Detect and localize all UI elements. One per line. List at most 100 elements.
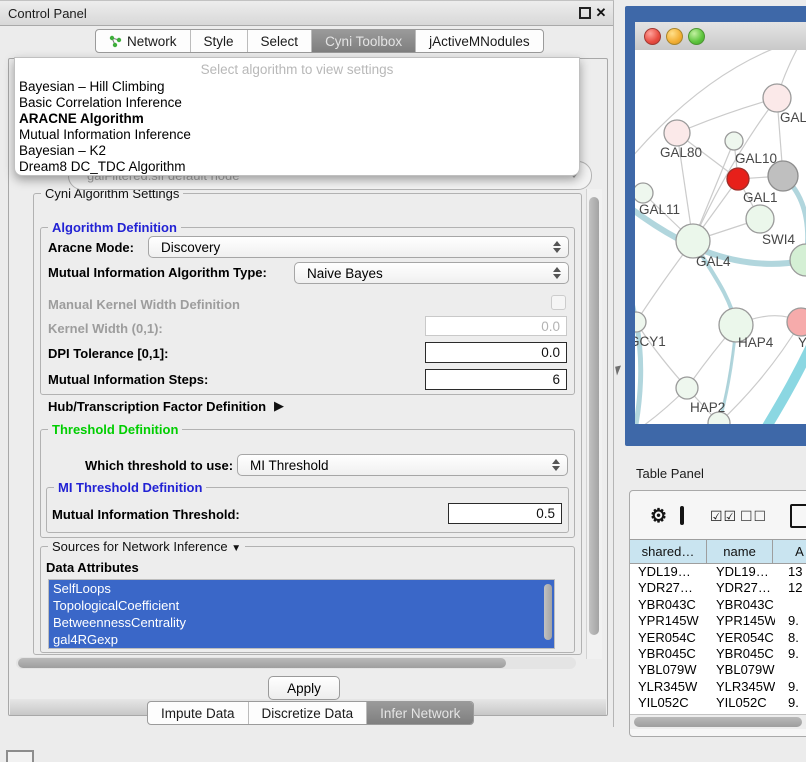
tab-cyni-toolbox[interactable]: Cyni Toolbox [312, 30, 416, 52]
dpi-tolerance-field[interactable]: 0.0 [425, 342, 567, 363]
minimize-traffic-icon[interactable] [666, 28, 683, 45]
list-item[interactable]: BetweennessCentrality [49, 614, 554, 631]
list-item[interactable]: TopologicalCoefficient [49, 597, 554, 614]
list-vertical-scrollbar[interactable] [544, 584, 552, 640]
column-header-shared-name[interactable]: shared… [630, 540, 707, 563]
dropdown-item[interactable]: Basic Correlation Inference [15, 95, 579, 111]
table-row[interactable]: YBR043CYBR043C [630, 597, 806, 613]
table-horizontal-scrollbar[interactable] [630, 715, 806, 729]
node-y[interactable] [787, 308, 806, 336]
network-icon [109, 35, 122, 48]
table-toolbar: ⚙ ☑☑ ☐☐ [630, 491, 806, 539]
settings-horizontal-scrollbar[interactable] [16, 657, 576, 669]
node-label: SWI4 [762, 232, 795, 247]
network-view-titlebar[interactable] [635, 22, 806, 51]
tab-discretize-data[interactable]: Discretize Data [249, 702, 368, 724]
bottom-tabbar: Impute Data Discretize Data Infer Networ… [147, 701, 474, 725]
dpi-tolerance-label: DPI Tolerance [0,1]: [48, 346, 168, 361]
combo-stepper-icon [547, 459, 565, 471]
mi-steps-label: Mutual Information Steps: [48, 372, 208, 387]
close-icon[interactable]: ✕ [595, 7, 607, 19]
dropdown-item[interactable]: Bayesian – K2 [15, 143, 579, 159]
data-attributes-label: Data Attributes [46, 560, 139, 575]
dropdown-item[interactable]: Bayesian – Hill Climbing [15, 79, 579, 95]
apply-button[interactable]: Apply [268, 676, 340, 700]
node-label: HAP4 [738, 335, 774, 350]
kernel-width-field[interactable]: 0.0 [425, 316, 567, 336]
tab-select[interactable]: Select [248, 30, 313, 52]
table-row[interactable]: YPR145WYPR145W9. [630, 613, 806, 629]
table-row[interactable]: YLR345WYLR345W9. [630, 679, 806, 695]
table-body[interactable]: YDL19…YDL19…13 YDR27…YDR27…12 YBR043CYBR… [630, 564, 806, 715]
control-panel-tabbar: Network Style Select Cyni Toolbox jActiv… [95, 29, 544, 53]
dropdown-item[interactable]: Dream8 DC_TDC Algorithm [15, 159, 579, 175]
which-threshold-combobox[interactable]: MI Threshold [237, 454, 568, 476]
control-panel-title: Control Panel [8, 6, 87, 21]
node-swi4[interactable] [790, 244, 806, 276]
control-panel-titlebar[interactable]: Control Panel ✕ [0, 1, 613, 26]
table-row[interactable]: YIL052CYIL052C9. [630, 695, 806, 711]
node-gal10[interactable] [725, 132, 743, 150]
tab-impute-data[interactable]: Impute Data [148, 702, 249, 724]
zoom-traffic-icon[interactable] [688, 28, 705, 45]
file-icon[interactable] [790, 504, 806, 528]
float-window-icon[interactable] [579, 7, 591, 19]
aracne-mode-combobox[interactable]: Discovery [148, 236, 569, 258]
gear-icon[interactable]: ⚙ [650, 505, 667, 528]
node-label: GCY1 [635, 334, 666, 349]
threshold-definition-title: Threshold Definition [48, 422, 182, 437]
hub-definition-label[interactable]: Hub/Transcription Factor Definition [48, 399, 266, 414]
dropdown-item-selected[interactable]: ARACNE Algorithm [15, 111, 579, 127]
columns-icon[interactable] [680, 506, 684, 525]
sources-group-title: Sources for Network Inference ▼ [48, 539, 245, 556]
data-attributes-list[interactable]: SelfLoops TopologicalCoefficient Between… [48, 579, 555, 649]
close-traffic-icon[interactable] [644, 28, 661, 45]
tab-jactivemnodules[interactable]: jActiveMNodules [416, 30, 543, 52]
node-hap2[interactable] [676, 377, 698, 399]
table-row[interactable]: YDL19…YDL19…13 [630, 564, 806, 580]
mi-threshold-field[interactable]: 0.5 [448, 503, 562, 524]
node-label: GAL11 [639, 202, 680, 217]
table-row[interactable]: YBL079WYBL079W [630, 662, 806, 678]
list-item[interactable]: SelfLoops [49, 580, 554, 597]
mi-steps-field[interactable]: 6 [425, 369, 567, 390]
mi-threshold-label: Mutual Information Threshold: [52, 507, 240, 522]
mi-threshold-group-title: MI Threshold Definition [54, 480, 206, 495]
node-gcy1[interactable] [635, 312, 646, 332]
column-header-name[interactable]: name [707, 540, 773, 563]
kernel-width-label: Kernel Width (0,1): [48, 321, 163, 336]
expand-right-icon[interactable]: ▶ [274, 398, 284, 414]
table-row[interactable]: YER054CYER054C8. [630, 630, 806, 646]
column-header-clipped[interactable]: A [773, 540, 806, 563]
collapse-down-icon[interactable]: ▼ [231, 543, 241, 554]
table-row[interactable]: YBR045CYBR045C9. [630, 646, 806, 662]
node-gal11[interactable] [635, 183, 653, 203]
manual-kernel-width-label: Manual Kernel Width Definition [48, 297, 240, 312]
node-label: Y [798, 335, 806, 350]
which-threshold-label: Which threshold to use: [85, 458, 233, 473]
node-gal80[interactable] [664, 120, 690, 146]
docked-component-icon[interactable] [6, 750, 34, 762]
node-label: GAL80 [660, 145, 702, 160]
tab-network[interactable]: Network [96, 30, 191, 52]
unchecked-pair-icon[interactable]: ☐☐ [740, 508, 767, 525]
node-gal[interactable] [763, 84, 791, 112]
checked-pair-icon[interactable]: ☑☑ [710, 508, 737, 525]
manual-kernel-width-checkbox[interactable] [551, 295, 566, 310]
table-panel: ⚙ ☑☑ ☐☐ shared… name A YDL19…YDL19…13 YD… [629, 490, 806, 737]
dropdown-item[interactable]: Mutual Information Inference [15, 127, 579, 143]
node-red-selected[interactable] [727, 168, 749, 190]
combo-stepper-icon [548, 267, 566, 279]
node-gal1[interactable] [746, 205, 774, 233]
mi-algorithm-type-combobox[interactable]: Naive Bayes [294, 262, 569, 284]
table-row[interactable]: YDR27…YDR27…12 [630, 580, 806, 596]
table-panel-title: Table Panel [636, 466, 704, 481]
node-label: GAL4 [696, 254, 731, 269]
tab-style[interactable]: Style [191, 30, 248, 52]
node-gal4[interactable] [676, 224, 710, 258]
list-item[interactable]: gal4RGexp [49, 631, 554, 648]
mi-algorithm-type-label: Mutual Information Algorithm Type: [48, 265, 267, 280]
tab-infer-network[interactable]: Infer Network [367, 702, 473, 724]
network-canvas[interactable]: GAL GAL80 GAL10 GAL1 GAL11 SWI4 GAL4 GCY… [635, 50, 806, 424]
settings-vertical-scrollbar[interactable] [586, 189, 602, 659]
